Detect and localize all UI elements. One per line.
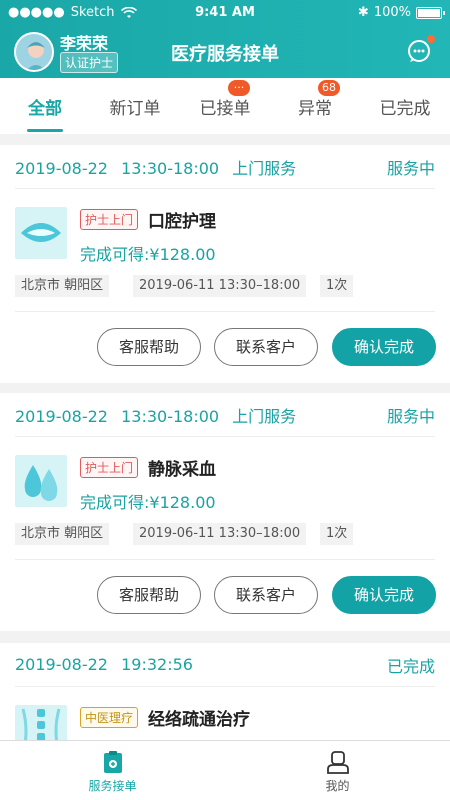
service-tag: 中医理疗 [80,707,139,728]
service-tag: 护士上门 [80,209,139,230]
count-chip: 1次 [320,523,354,545]
order-card-header: 2019-08-22 19:32:56 已完成 [15,643,435,687]
service-name: 静脉采血 [148,460,216,480]
order-service-type: 上门服务 [232,158,297,178]
order-date: 2019-08-22 [15,158,108,178]
battery-icon [416,6,445,19]
location-chip: 北京市 朝阳区 [15,523,110,545]
nav-service-orders-label: 服务接单 [88,779,137,793]
tab-accepted-badge: ··· [228,80,250,96]
service-name: 口腔护理 [148,212,216,232]
order-tabs: 全部 新订单 已接单 ··· 异常 68 已完成 [0,78,450,134]
app-header: ●●●●● Sketch 9:41 AM ✱ 100% 李荣荣 认证护士 医疗服… [0,0,450,78]
divider [15,311,435,312]
tab-completed[interactable]: 已完成 [360,78,450,134]
notification-dot [427,35,435,43]
confirm-button[interactable]: 确认完成 [332,328,436,366]
order-time: 13:30-18:00 [121,158,220,178]
help-button[interactable]: 客服帮助 [97,328,201,366]
order-status: 服务中 [386,158,435,178]
order-card-header: 2019-08-22 13:30-18:00 上门服务 服务中 [15,393,435,437]
person-icon [326,751,349,774]
divider [15,559,435,560]
clipboard-icon [103,751,122,773]
mouth-care-icon [15,207,67,259]
count-chip: 1次 [320,275,354,297]
location-district: 朝阳区 [64,278,104,293]
bluetooth-icon: ✱ [357,5,369,20]
order-card-header: 2019-08-22 13:30-18:00 上门服务 服务中 [15,145,435,189]
order-service-type: 上门服务 [232,406,297,426]
tab-abnormal-badge: 68 [318,80,340,96]
tab-completed-label: 已完成 [379,99,431,119]
nav-profile[interactable]: 我的 [225,741,450,800]
contact-button[interactable]: 联系客户 [214,328,318,366]
service-tag: 护士上门 [80,457,139,478]
nav-profile-label: 我的 [325,779,350,793]
page-title: 医疗服务接单 [171,44,279,65]
order-card: 2019-08-22 13:30-18:00 上门服务 服务中 护士上门 静脉采… [0,393,450,631]
order-date: 2019-08-22 [15,406,108,426]
bottom-nav: 服务接单 我的 [0,740,450,800]
tab-accepted-label: 已接单 [199,99,251,119]
location-district: 朝阳区 [64,526,104,541]
service-name: 经络疏通治疗 [148,710,250,730]
tab-new-label: 新订单 [109,99,161,119]
order-card: 2019-08-22 13:30-18:00 上门服务 服务中 护士上门 口腔护… [0,145,450,383]
order-status: 服务中 [386,406,435,426]
tab-abnormal[interactable]: 异常 68 [270,78,360,134]
contact-button[interactable]: 联系客户 [214,576,318,614]
nav-service-orders[interactable]: 服务接单 [0,741,225,800]
order-time: 13:30-18:00 [121,406,220,426]
spine-icon [15,705,67,740]
order-card: 2019-08-22 19:32:56 已完成 中医理疗 经络疏通治疗 [0,643,450,740]
help-button[interactable]: 客服帮助 [97,576,201,614]
tab-all-label: 全部 [28,99,62,119]
status-bar: ●●●●● Sketch 9:41 AM ✱ 100% [0,0,450,26]
tab-new[interactable]: 新订单 [90,78,180,134]
location-city: 北京市 [21,278,61,293]
tab-abnormal-label: 异常 [298,99,332,119]
order-time: 19:32:56 [121,655,193,674]
earn-amount: 完成可得:¥128.00 [80,245,216,264]
battery-percent: 100% [373,5,411,20]
order-date: 2019-08-22 [15,655,108,674]
earn-amount: 完成可得:¥128.00 [80,493,216,512]
tab-all[interactable]: 全部 [0,78,90,134]
blood-drop-icon [15,455,67,507]
order-status: 已完成 [386,656,435,676]
location-chip: 北京市 朝阳区 [15,275,110,297]
location-city: 北京市 [21,526,61,541]
appointment-chip: 2019-06-11 13:30–18:00 [133,275,307,297]
appointment-chip: 2019-06-11 13:30–18:00 [133,523,307,545]
confirm-button[interactable]: 确认完成 [332,576,436,614]
tab-accepted[interactable]: 已接单 ··· [180,78,270,134]
